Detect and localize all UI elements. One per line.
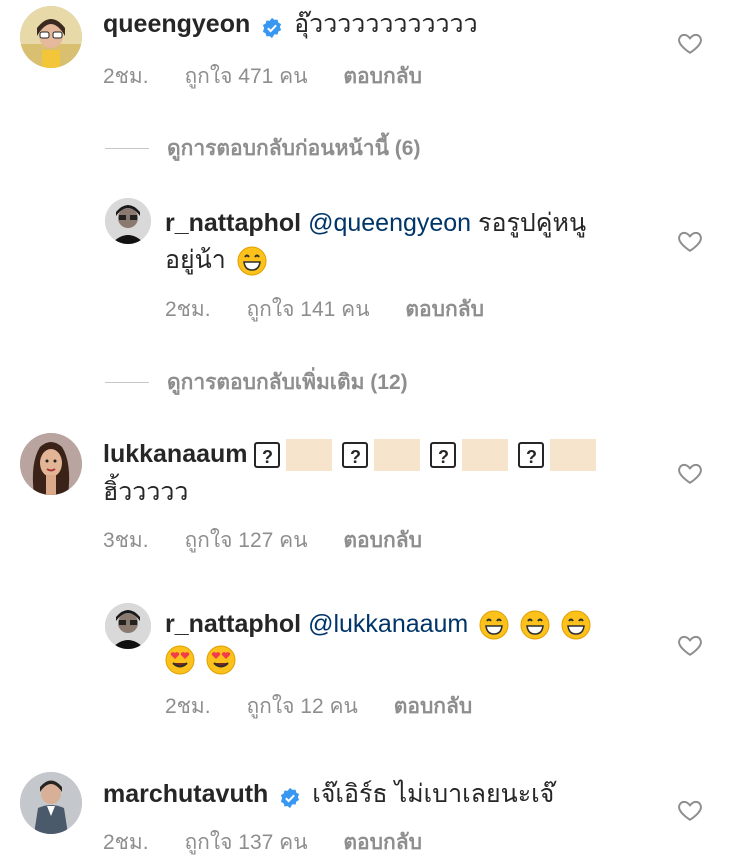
comment-meta: 2ชม. ถูกใจ 12 คน ตอบกลับ (165, 690, 502, 723)
comment-body: marchutavuth เจ๊เอิร์ธ ไม่เบาเลยนะเจ๊ (103, 777, 554, 811)
comment-body: r_nattaphol @lukkanaaum (165, 607, 591, 641)
comment-meta: 2ชม. ถูกใจ 471 คน ตอบกลับ (103, 60, 452, 93)
username[interactable]: r_nattaphol (165, 209, 301, 237)
like-heart-icon[interactable] (677, 797, 703, 823)
comment-meta: 2ชม. ถูกใจ 141 คน ตอบกลับ (165, 293, 514, 326)
heart-eyes-face-icon (206, 645, 236, 675)
username[interactable]: lukkanaaum (103, 440, 248, 468)
view-more-replies-label: ดูการตอบกลับเพิ่มเติม (12) (167, 371, 408, 394)
mention-link[interactable]: @lukkanaaum (308, 610, 468, 638)
verified-badge-icon (261, 14, 283, 39)
missing-glyph-icon: ? (518, 442, 545, 469)
username[interactable]: queengyeon (103, 10, 250, 38)
grinning-face-icon (237, 246, 267, 276)
like-heart-icon[interactable] (677, 632, 703, 658)
reply-button[interactable]: ตอบกลับ (343, 65, 422, 88)
comment-text: เจ๊เอิร์ธ ไม่เบาเลยนะเจ๊ (312, 780, 555, 808)
username[interactable]: marchutavuth (103, 780, 268, 808)
emoji-placeholder (374, 439, 421, 472)
reply-button[interactable]: ตอบกลับ (343, 529, 422, 552)
comment-body-line2 (165, 642, 236, 676)
likes-count[interactable]: ถูกใจ 12 คน (246, 695, 357, 718)
comment-meta: 2ชม. ถูกใจ 137 คน ตอบกลับ (103, 826, 452, 859)
comment-text: ฮิ้ววววว (103, 478, 189, 506)
likes-count[interactable]: ถูกใจ 141 คน (246, 298, 369, 321)
missing-glyph-icon: ? (430, 442, 457, 469)
divider-line (105, 148, 149, 149)
grinning-face-icon (520, 610, 550, 640)
divider-line (105, 382, 149, 383)
reply-button[interactable]: ตอบกลับ (343, 831, 422, 854)
likes-count[interactable]: ถูกใจ 127 คน (184, 529, 307, 552)
emoji-placeholder (286, 439, 333, 472)
comment-text: รอรูปคู่หนู (478, 209, 587, 237)
missing-glyph-icon: ? (342, 442, 369, 469)
like-heart-icon[interactable] (677, 228, 703, 254)
like-heart-icon[interactable] (677, 460, 703, 486)
grinning-face-icon (561, 610, 591, 640)
timestamp: 2ชม. (103, 65, 149, 88)
verified-badge-icon (279, 784, 301, 809)
view-previous-replies-label: ดูการตอบกลับก่อนหน้านี้ (6) (167, 137, 421, 160)
likes-count[interactable]: ถูกใจ 137 คน (184, 831, 307, 854)
emoji-placeholder (550, 439, 597, 472)
username[interactable]: r_nattaphol (165, 610, 301, 638)
comment-body: r_nattaphol @queengyeon รอรูปคู่หนู (165, 206, 586, 240)
comment-body: queengyeon อุ๊วววววววววววว (103, 7, 478, 41)
comment-body-line2: ฮิ้ววววว (103, 475, 188, 509)
comment-meta: 3ชม. ถูกใจ 127 คน ตอบกลับ (103, 524, 452, 557)
avatar-queengyeon[interactable] (20, 6, 82, 68)
timestamp: 3ชม. (103, 529, 149, 552)
timestamp: 2ชม. (165, 298, 211, 321)
likes-count[interactable]: ถูกใจ 471 คน (184, 65, 307, 88)
view-more-replies[interactable]: ดูการตอบกลับเพิ่มเติม (12) (105, 366, 408, 399)
missing-glyph-icon: ? (254, 442, 281, 469)
view-previous-replies[interactable]: ดูการตอบกลับก่อนหน้านี้ (6) (105, 132, 420, 165)
mention-link[interactable]: @queengyeon (308, 209, 471, 237)
comment-body-line2: อยู่น้า (165, 243, 267, 277)
grinning-face-icon (479, 610, 509, 640)
reply-button[interactable]: ตอบกลับ (394, 695, 473, 718)
timestamp: 2ชม. (103, 831, 149, 854)
reply-button[interactable]: ตอบกลับ (405, 298, 484, 321)
emoji-placeholder (462, 439, 509, 472)
avatar-r-nattaphol[interactable] (105, 198, 151, 244)
avatar-marchutavuth[interactable] (20, 772, 82, 834)
comment-text: อุ๊วววววววววววว (294, 10, 478, 38)
comment-body: lukkanaaum ???? (103, 437, 606, 472)
timestamp: 2ชม. (165, 695, 211, 718)
avatar-lukkanaaum[interactable] (20, 433, 82, 495)
avatar-r-nattaphol[interactable] (105, 603, 151, 649)
heart-eyes-face-icon (165, 645, 195, 675)
comment-text: อยู่น้า (165, 246, 226, 274)
like-heart-icon[interactable] (677, 30, 703, 56)
